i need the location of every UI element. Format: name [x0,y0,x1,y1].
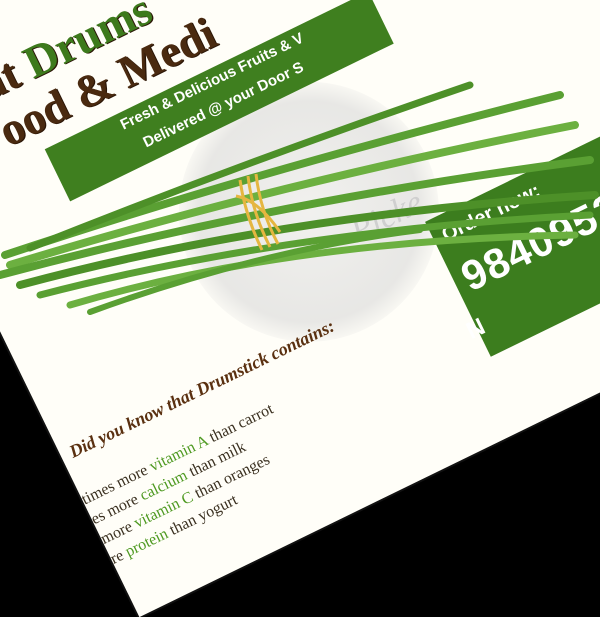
drumstick-bundle-illustration [0,81,599,315]
flyer-image: Picke Eat Drums Food & Medi Fresh & Deli… [0,0,600,617]
drumstick-pods [0,81,599,315]
